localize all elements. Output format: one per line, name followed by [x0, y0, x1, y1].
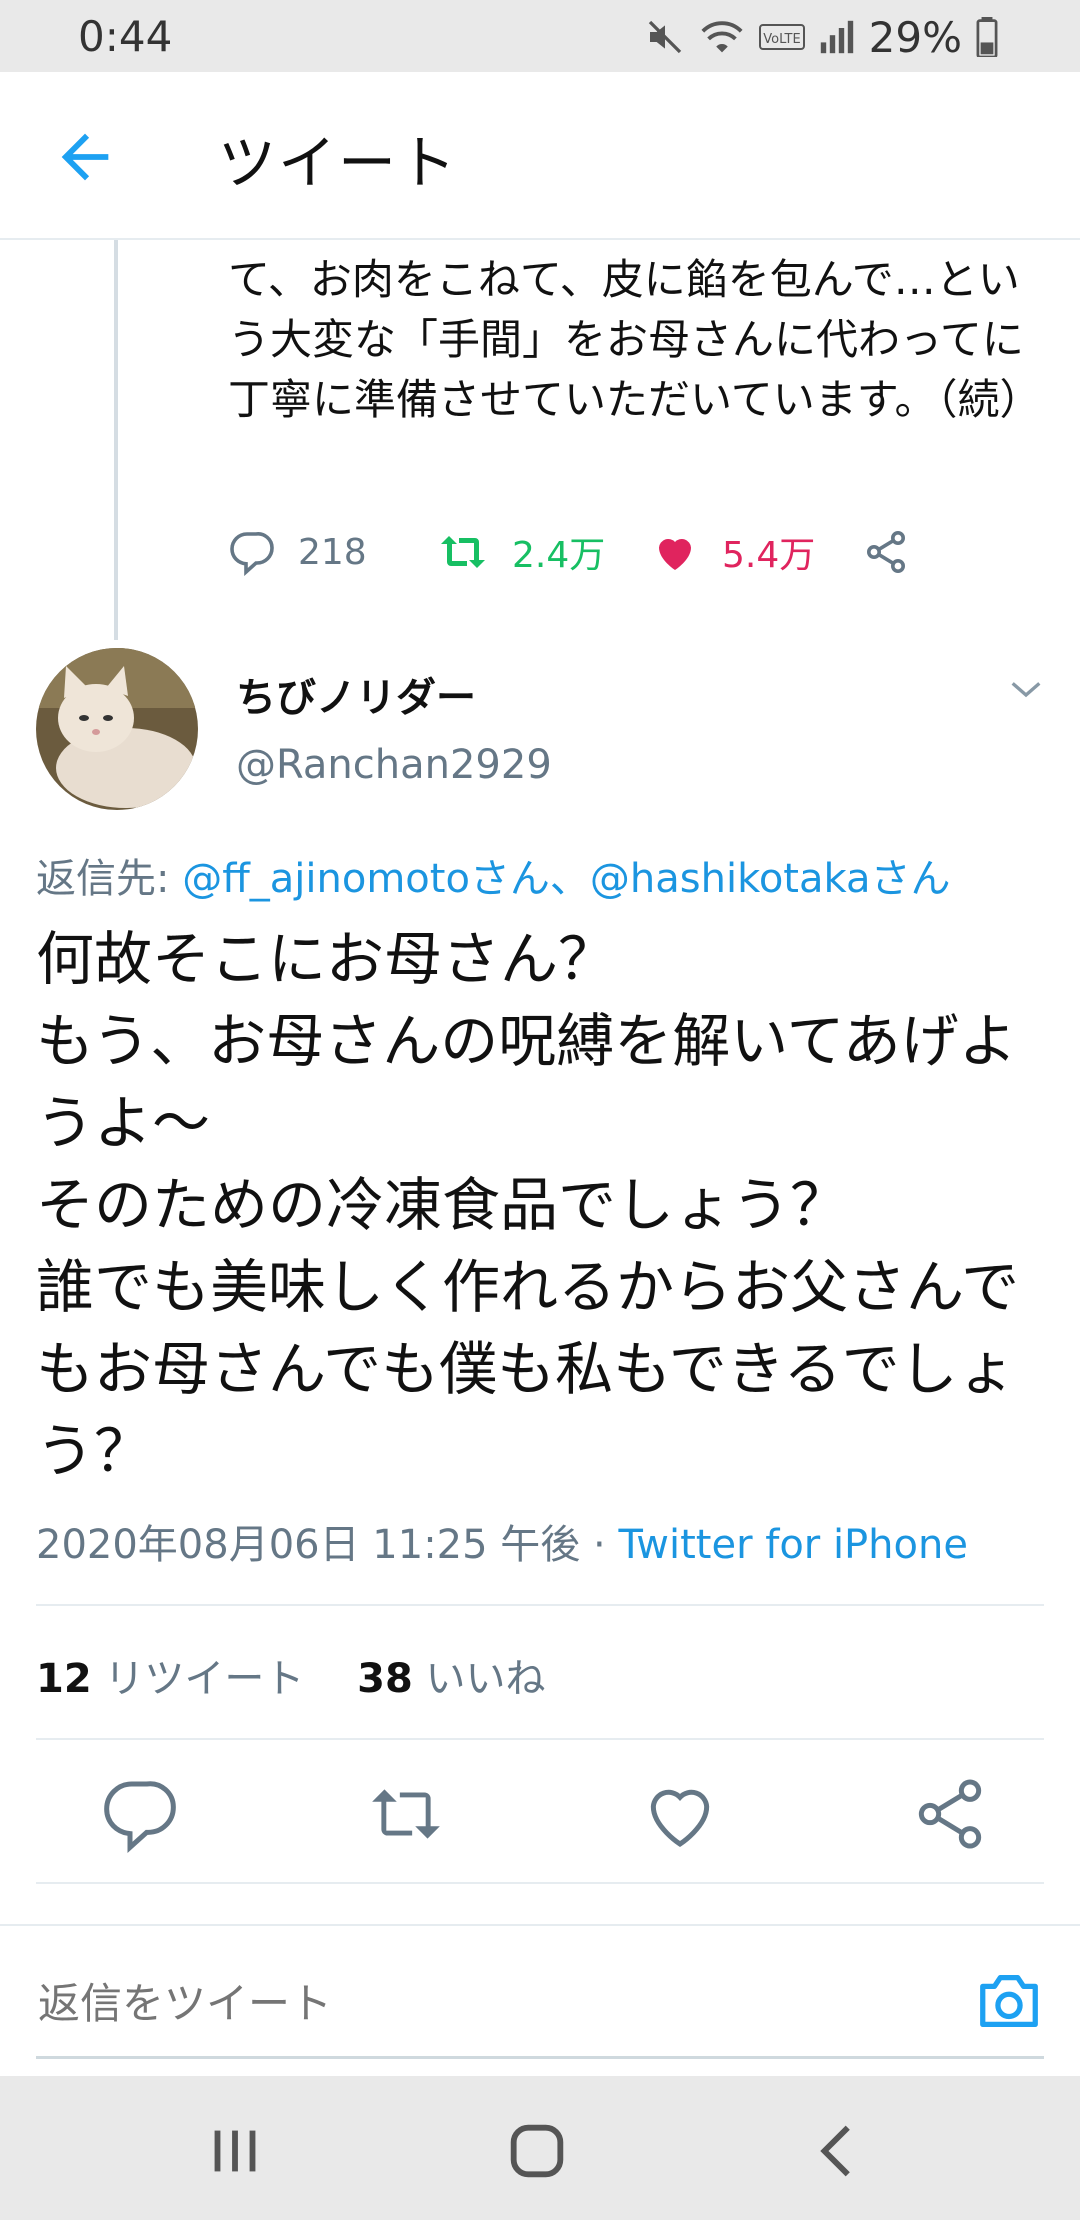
like-stat-count: 38: [357, 1656, 413, 1702]
reply-icon: [230, 532, 274, 576]
thread-line: [114, 240, 118, 640]
like-stat-label: いいね: [412, 1656, 546, 1702]
retweet-stat-count: 12: [36, 1656, 92, 1702]
tweet-source-link[interactable]: Twitter for iPhone: [618, 1522, 968, 1568]
mention-link[interactable]: @ff_ajinomotoさん: [182, 856, 550, 902]
reply-input-underline: [36, 2056, 1044, 2059]
back-nav-icon[interactable]: [804, 2116, 874, 2186]
retweet-stat-label: リツイート: [91, 1656, 305, 1702]
back-arrow-icon[interactable]: [50, 122, 120, 192]
battery-percent: 29%: [868, 12, 962, 62]
share-icon: [867, 531, 905, 573]
author-name[interactable]: ちびノリダー: [236, 665, 476, 723]
prev-like-action[interactable]: 5.4万: [650, 526, 862, 578]
tweet-timestamp: 2020年08月06日 11:25 午後 · Twitter for iPhon…: [36, 1512, 968, 1570]
divider: [36, 1738, 1044, 1740]
replying-to: 返信先: @ff_ajinomotoさん、@hashikotakaさん: [36, 846, 950, 904]
battery-icon: [976, 17, 998, 57]
divider: [36, 1882, 1044, 1884]
cat-avatar-image: [36, 648, 198, 810]
reply-count: 218: [298, 531, 367, 573]
system-nav-bar: [0, 2076, 1080, 2220]
prev-reply-action[interactable]: 218: [228, 528, 436, 576]
retweet-icon[interactable]: [366, 1774, 446, 1854]
signal-icon: [820, 20, 853, 54]
divider: [36, 1604, 1044, 1606]
status-time: 0:44: [78, 12, 173, 61]
mute-icon: [648, 20, 681, 54]
previous-tweet-text: て、お肉をこねて、皮に餡を包んで…という大変な「手間」をお母さんに代わってに丁寧…: [228, 255, 1042, 424]
reply-icon[interactable]: [100, 1774, 180, 1854]
retweet-count: 2.4万: [512, 535, 606, 576]
prev-share-action[interactable]: [862, 528, 932, 576]
wifi-icon: [701, 21, 743, 53]
status-bar: 0:44 VoLTE 29%: [0, 0, 1080, 72]
home-icon[interactable]: [502, 2116, 572, 2186]
prev-retweet-action[interactable]: 2.4万: [436, 526, 650, 578]
previous-tweet-actions: 218 2.4万 5.4万: [228, 522, 932, 582]
camera-icon[interactable]: [974, 1966, 1044, 2036]
recent-apps-icon[interactable]: [200, 2116, 270, 2186]
author-handle[interactable]: @Ranchan2929: [236, 742, 552, 788]
share-icon[interactable]: [910, 1774, 990, 1854]
heart-icon[interactable]: [640, 1774, 720, 1854]
like-stat[interactable]: 38 いいね: [357, 1656, 545, 1702]
tweet-text: 何故そこにお母さん？ もう、お母さんの呪縛を解いてあげようよ〜 そのための冷凍食…: [36, 925, 1020, 1485]
volte-icon: VoLTE: [758, 24, 805, 50]
timestamp-text: 2020年08月06日 11:25 午後 ·: [36, 1522, 619, 1568]
heart-icon: [659, 538, 691, 570]
retweet-stat[interactable]: 12 リツイート: [36, 1656, 304, 1702]
chevron-down-icon[interactable]: [1006, 670, 1046, 710]
page-title: ツイート: [218, 129, 459, 197]
retweet-icon: [441, 536, 485, 568]
avatar[interactable]: [36, 648, 198, 810]
mention-separator: 、: [549, 856, 590, 902]
reply-compose-bar: [0, 1924, 1080, 2078]
status-icons: VoLTE 29%: [645, 12, 998, 62]
tweet-stats: 12 リツイート 38 いいね: [36, 1646, 546, 1704]
like-count: 5.4万: [722, 535, 816, 576]
mention-link[interactable]: @hashikotakaさん: [590, 856, 951, 902]
app-header: ツイート: [0, 72, 1080, 240]
reply-input[interactable]: [36, 1962, 940, 2044]
tweet-action-bar: [36, 1744, 1044, 1884]
svg-text:VoLTE: VoLTE: [763, 32, 800, 47]
replying-label: 返信先:: [36, 856, 183, 902]
